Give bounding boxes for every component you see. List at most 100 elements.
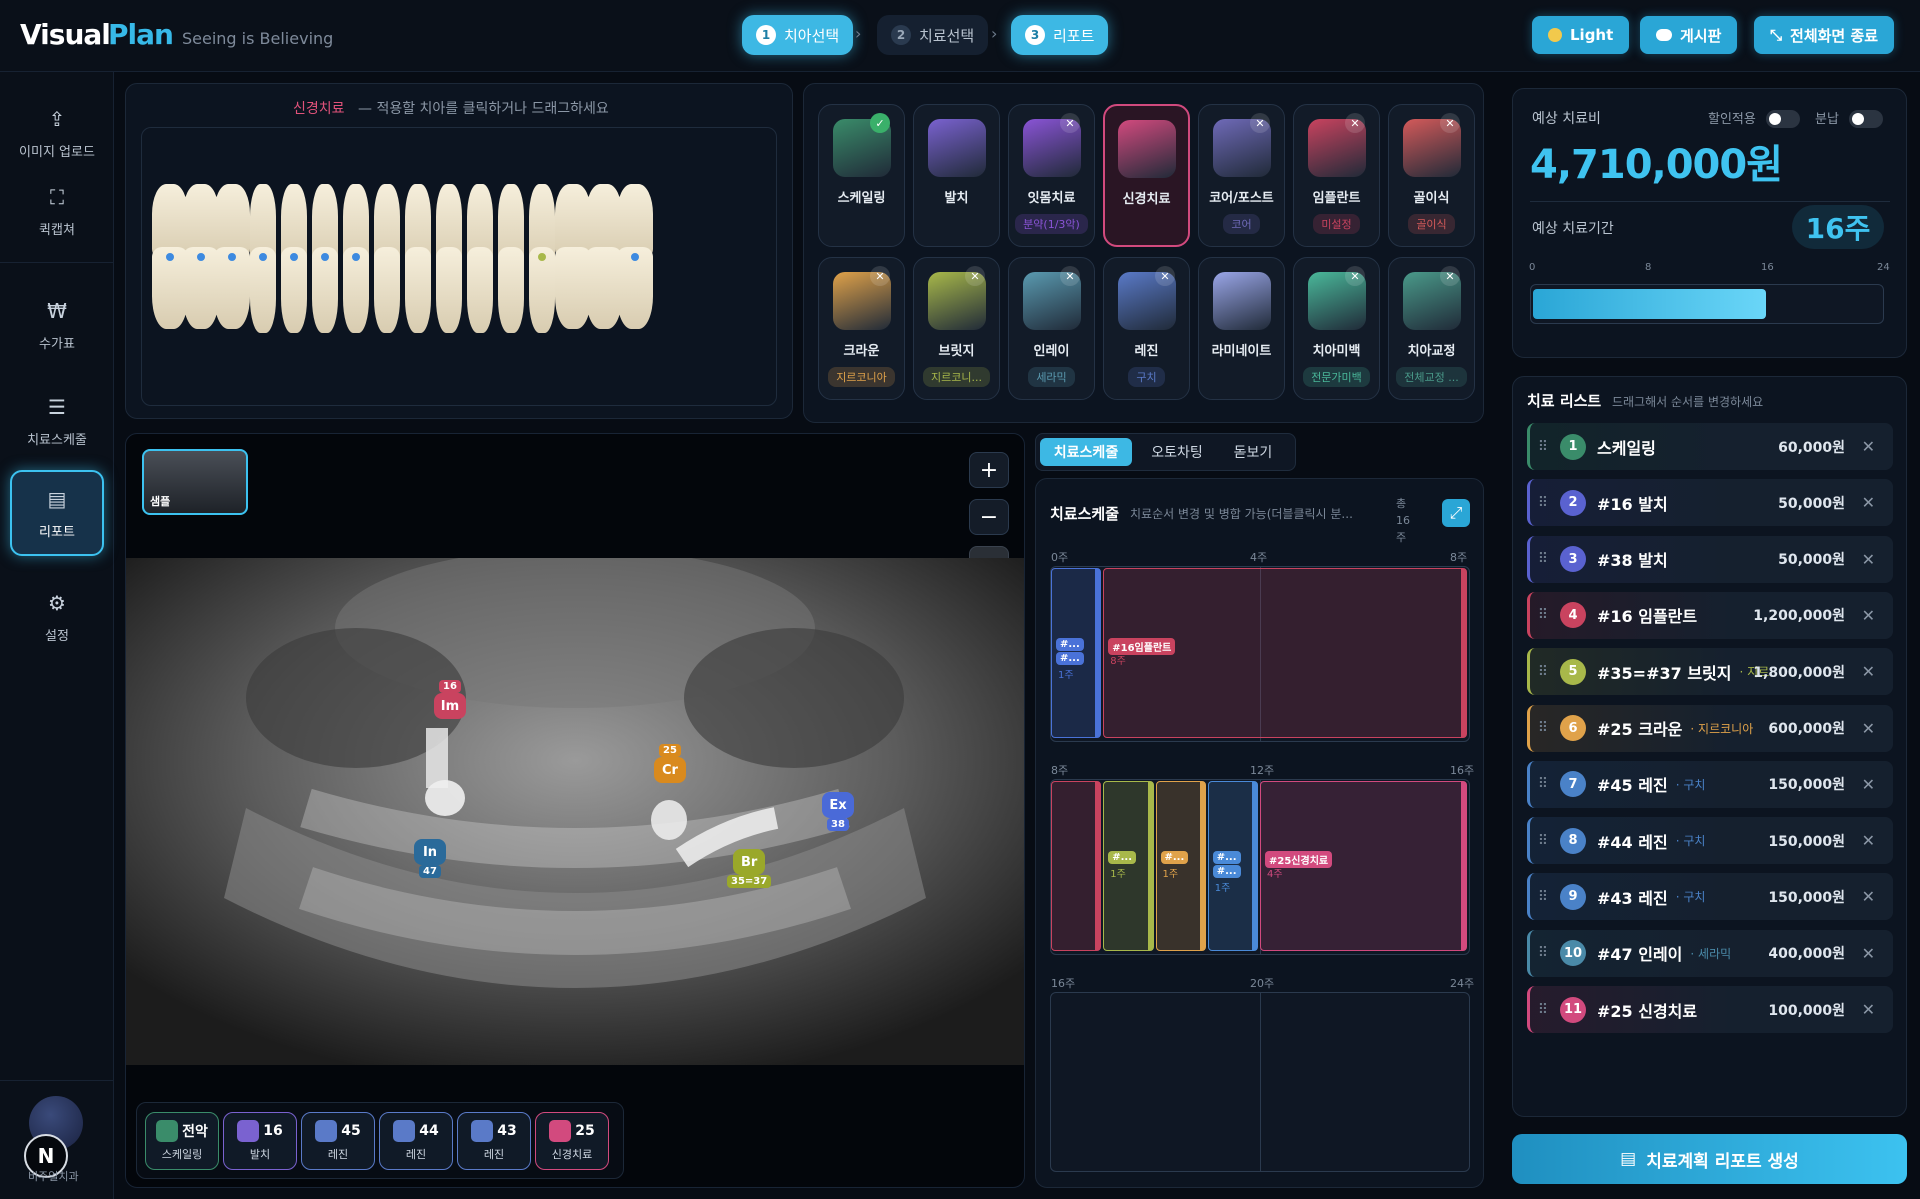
drag-handle-icon[interactable]: ⠿	[1530, 720, 1556, 736]
treatment-list-item[interactable]: ⠿ 3 #38 발치 50,000원 ✕	[1527, 535, 1893, 583]
remove-icon[interactable]: ✕	[1155, 266, 1175, 286]
tooth[interactable]	[213, 247, 250, 329]
drag-handle-icon[interactable]: ⠿	[1530, 607, 1556, 623]
treatment-chip[interactable]: 43 레진	[457, 1112, 531, 1170]
tab-schedule[interactable]: 치료스케줄	[1040, 438, 1132, 466]
schedule-bar[interactable]: #... #... 1주	[1051, 568, 1102, 738]
xray-thumbnail[interactable]: 샘플	[142, 449, 248, 515]
remove-icon[interactable]: ✕	[1862, 662, 1875, 681]
treatment-card[interactable]: 크라운 지르코니아 ✕	[818, 257, 905, 400]
treatment-card[interactable]: 골이식 골이식 ✕	[1388, 104, 1475, 247]
remove-icon[interactable]: ✕	[1862, 606, 1875, 625]
treatment-card[interactable]: 치아미백 전문가미백 ✕	[1293, 257, 1380, 400]
drag-handle-icon[interactable]: ⠿	[1530, 439, 1556, 455]
remove-icon[interactable]: ✕	[1440, 266, 1460, 286]
exit-fullscreen-button[interactable]: ⤡ 전체화면 종료	[1754, 16, 1895, 54]
remove-icon[interactable]: ✕	[1862, 719, 1875, 738]
remove-icon[interactable]: ✕	[1345, 113, 1365, 133]
remove-icon[interactable]: ✕	[1345, 266, 1365, 286]
treatment-marker-br[interactable]: Br 35=37	[727, 849, 772, 888]
treatment-list-item[interactable]: ⠿ 11 #25 신경치료 100,000원 ✕	[1527, 986, 1893, 1033]
treatment-chip[interactable]: 16 발치	[223, 1112, 297, 1170]
remove-icon[interactable]: ✕	[1862, 831, 1875, 850]
treatment-list-item[interactable]: ⠿ 7 #45 레진 · 구치 150,000원 ✕	[1527, 760, 1893, 808]
remove-icon[interactable]: ✕	[1862, 887, 1875, 906]
treatment-list-item[interactable]: ⠿ 9 #43 레진 · 구치 150,000원 ✕	[1527, 873, 1893, 921]
drag-handle-icon[interactable]: ⠿	[1530, 945, 1556, 961]
drag-handle-icon[interactable]: ⠿	[1530, 495, 1556, 511]
tooth[interactable]	[497, 247, 524, 333]
panoramic-xray-image[interactable]	[126, 558, 1024, 1065]
tooth[interactable]	[528, 247, 555, 333]
light-mode-button[interactable]: Light	[1532, 16, 1630, 54]
zoom-out-button[interactable]: −	[969, 499, 1009, 535]
remove-icon[interactable]: ✕	[1060, 113, 1080, 133]
treatment-card[interactable]: 코어/포스트 코어 ✕	[1198, 104, 1285, 247]
drag-handle-icon[interactable]: ⠿	[1530, 551, 1556, 567]
treatment-card[interactable]: 스케일링 ✓	[818, 104, 905, 247]
treatment-card[interactable]: 임플란트 미설정 ✕	[1293, 104, 1380, 247]
treatment-card[interactable]: 라미네이트	[1198, 257, 1285, 400]
schedule-bar[interactable]: #16임플란트 8주	[1103, 568, 1467, 738]
tooth[interactable]	[466, 247, 493, 333]
schedule-lane[interactable]	[1050, 992, 1470, 1172]
tooth[interactable]	[435, 247, 462, 333]
treatment-card[interactable]: 치아교정 전체교정 ... ✕	[1388, 257, 1475, 400]
remove-icon[interactable]: ✕	[1440, 113, 1460, 133]
generate-report-button[interactable]: ▤ 치료계획 리포트 생성	[1512, 1134, 1907, 1184]
sidebar-item-schedule[interactable]: ☰ 치료스케줄	[10, 378, 104, 464]
treatment-card[interactable]: 신경치료	[1103, 104, 1190, 247]
sidebar-item-upload[interactable]: ⇪ 이미지 업로드	[10, 90, 104, 176]
treatment-chip[interactable]: 전악 스케일링	[145, 1112, 219, 1170]
board-button[interactable]: 게시판	[1640, 16, 1738, 54]
sidebar-item-fee-table[interactable]: ₩ 수가표	[10, 282, 104, 368]
treatment-list-item[interactable]: ⠿ 5 #35=#37 브릿지 · 지르 1,800,000원 ✕	[1527, 648, 1893, 696]
drag-handle-icon[interactable]: ⠿	[1530, 1002, 1556, 1018]
treatment-list-item[interactable]: ⠿ 8 #44 레진 · 구치 150,000원 ✕	[1527, 817, 1893, 865]
remove-icon[interactable]: ✕	[1060, 266, 1080, 286]
remove-icon[interactable]: ✕	[870, 266, 890, 286]
treatment-card[interactable]: 브릿지 지르코니... ✕	[913, 257, 1000, 400]
tooth[interactable]	[373, 247, 400, 333]
treatment-list-item[interactable]: ⠿ 4 #16 임플란트 1,200,000원 ✕	[1527, 591, 1893, 639]
tooth[interactable]	[311, 247, 338, 333]
sidebar-item-settings[interactable]: ⚙ 설정	[10, 574, 104, 660]
tooth[interactable]	[249, 247, 276, 333]
treatment-chip[interactable]: 44 레진	[379, 1112, 453, 1170]
treatment-list-item[interactable]: ⠿ 2 #16 발치 50,000원 ✕	[1527, 479, 1893, 527]
treatment-list-item[interactable]: ⠿ 1 스케일링 60,000원 ✕	[1527, 423, 1893, 470]
step-3-report[interactable]: 3 리포트	[1011, 15, 1109, 55]
drag-handle-icon[interactable]: ⠿	[1530, 664, 1556, 680]
tooth[interactable]	[280, 247, 307, 333]
remove-icon[interactable]: ✕	[1862, 437, 1875, 456]
treatment-chip[interactable]: 25 신경치료	[535, 1112, 609, 1170]
treatment-marker-ex[interactable]: Ex 38	[822, 792, 854, 831]
expand-icon[interactable]: ⤢	[1442, 499, 1470, 527]
step-2-treatment-select[interactable]: 2 치료선택	[877, 15, 989, 55]
treatment-card[interactable]: 레진 구치 ✕	[1103, 257, 1190, 400]
treatment-list-item[interactable]: ⠿ 6 #25 크라운 · 지르코니아 600,000원 ✕	[1527, 704, 1893, 752]
tab-auto-charting[interactable]: 오토차팅	[1137, 438, 1217, 466]
drag-handle-icon[interactable]: ⠿	[1530, 889, 1556, 905]
treatment-card[interactable]: 잇몸치료 분약(1/3악) ✕	[1008, 104, 1095, 247]
schedule-bar[interactable]: #... #... 1주	[1207, 781, 1258, 951]
schedule-bar[interactable]	[1051, 781, 1102, 951]
remove-icon[interactable]: ✕	[1250, 113, 1270, 133]
remove-icon[interactable]: ✕	[1862, 775, 1875, 794]
treatment-card[interactable]: 발치	[913, 104, 1000, 247]
treatment-chip[interactable]: 45 레진	[301, 1112, 375, 1170]
step-1-tooth-select[interactable]: 1 치아선택	[742, 15, 854, 55]
treatment-marker-im[interactable]: 16 Im	[434, 680, 466, 719]
zoom-in-button[interactable]: +	[969, 452, 1009, 488]
tab-magnifier[interactable]: 돋보기	[1217, 438, 1289, 466]
sidebar-item-quick-capture[interactable]: ⛶ 퀵캡쳐	[10, 168, 104, 254]
drag-handle-icon[interactable]: ⠿	[1530, 776, 1556, 792]
tooth-chart-area[interactable]	[141, 127, 777, 406]
tooth[interactable]	[342, 247, 369, 333]
remove-icon[interactable]: ✕	[1862, 1000, 1875, 1019]
drag-handle-icon[interactable]: ⠿	[1530, 833, 1556, 849]
schedule-bar[interactable]: #25신경치료 4주	[1260, 781, 1467, 951]
discount-toggle[interactable]	[1766, 110, 1800, 128]
tooth[interactable]	[404, 247, 431, 333]
remove-icon[interactable]: ✕	[1862, 493, 1875, 512]
